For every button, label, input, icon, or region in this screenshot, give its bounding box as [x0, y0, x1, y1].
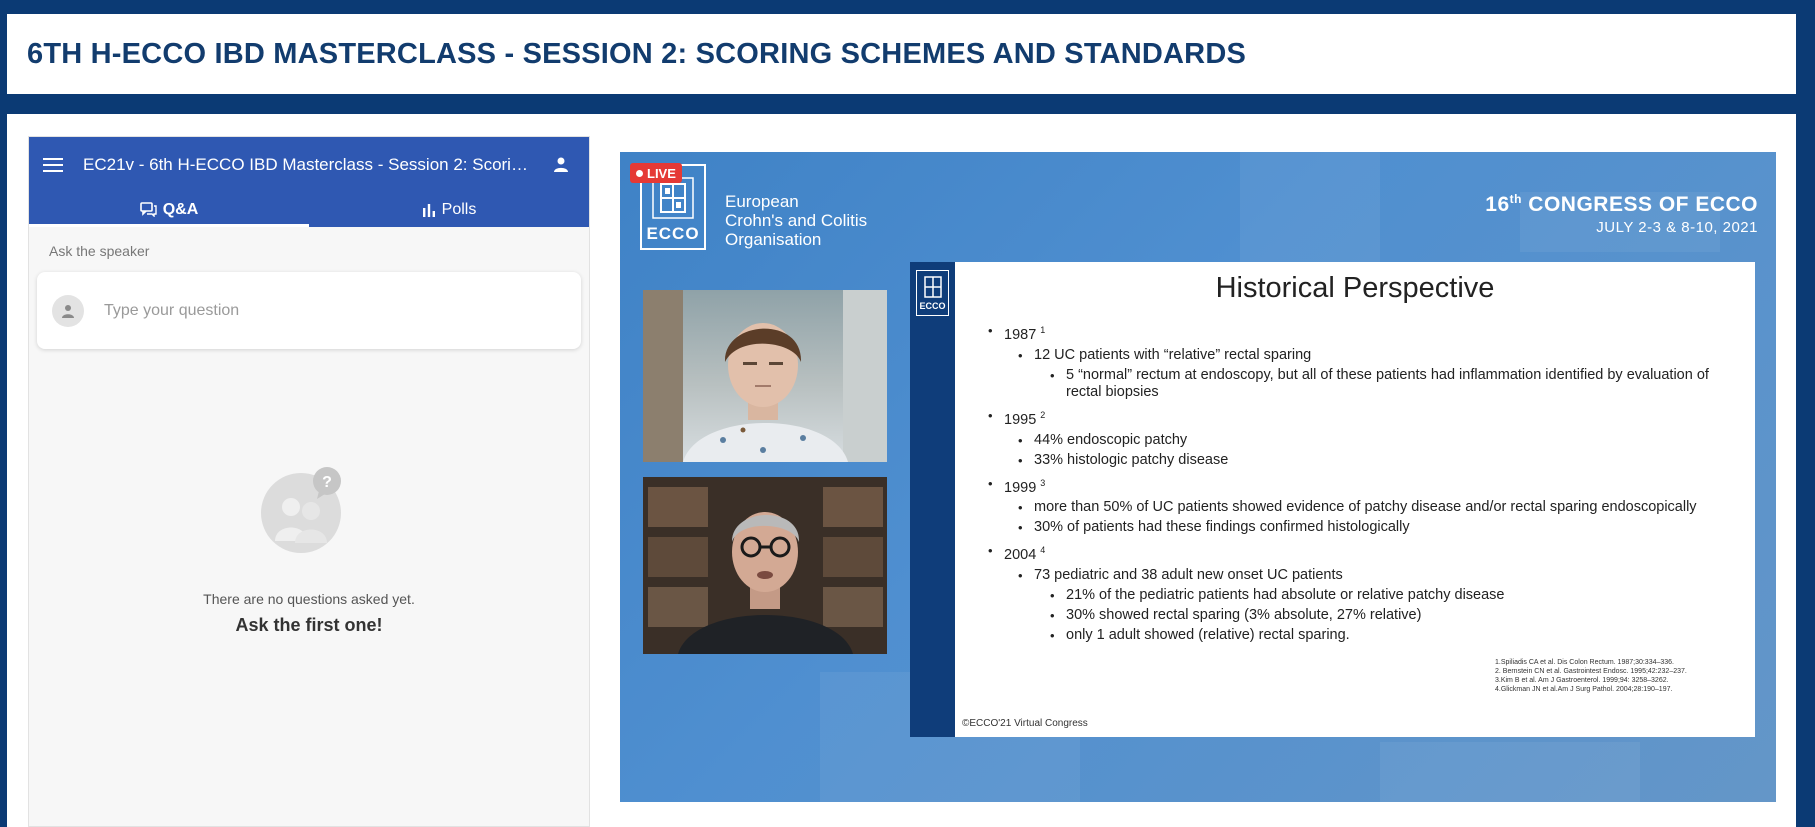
- speaker-camera-2: [643, 477, 887, 654]
- reference-marker: 2: [1040, 409, 1046, 420]
- slide-bullet-text: 44% endoscopic patchy: [1034, 431, 1188, 448]
- slide-bullet-text: only 1 adult showed (relative) rectal sp…: [1066, 627, 1350, 644]
- slide-bullet: 19952: [988, 407, 1733, 429]
- ecco-logo-word: ECCO: [646, 224, 700, 243]
- slide-bullet-text: 73 pediatric and 38 adult new onset UC p…: [1034, 567, 1343, 584]
- congress-dates: JULY 2-3 & 8-10, 2021: [1596, 219, 1758, 236]
- slide-bullet-text: 21% of the pediatric patients had absolu…: [1066, 587, 1505, 604]
- slide-bullet: 33% histologic patchy disease: [988, 452, 1733, 469]
- slide-logo-word: ECCO: [919, 301, 946, 311]
- bar-chart-icon: [422, 203, 435, 217]
- org-line: Organisation: [725, 230, 822, 249]
- bg-shape: [1380, 742, 1640, 802]
- reference-marker: 4: [1040, 545, 1046, 556]
- organisation-name: European Crohn's and Colitis Organisatio…: [725, 192, 867, 249]
- slide-bullet: more than 50% of UC patients showed evid…: [988, 499, 1733, 516]
- slide-bullet: 73 pediatric and 38 adult new onset UC p…: [988, 567, 1733, 584]
- page-header: 6TH H-ECCO IBD MASTERCLASS - SESSION 2: …: [7, 14, 1796, 94]
- panel-topbar: EC21v - 6th H-ECCO IBD Masterclass - Ses…: [29, 137, 589, 192]
- presentation-slide: ECCO Historical Perspective 19871 12 UC p…: [910, 262, 1755, 737]
- panel-tabs: Q&A Polls: [29, 192, 589, 227]
- slide-bullet-text: 1999: [1004, 479, 1037, 496]
- slide-bullet: 19993: [988, 475, 1733, 497]
- org-line: European: [725, 192, 799, 211]
- slide-bullet: 21% of the pediatric patients had absolu…: [988, 587, 1733, 604]
- slide-bullet: 30% showed rectal sparing (3% absolute, …: [988, 607, 1733, 624]
- video-player[interactable]: ECCO LIVE European Crohn's and Colitis O…: [620, 152, 1776, 802]
- slide-title: Historical Perspective: [1215, 272, 1495, 304]
- slide-references: 1.Spiliadis CA et al. Dis Colon Rectum. …: [1495, 658, 1687, 694]
- main-content: EC21v - 6th H-ECCO IBD Masterclass - Ses…: [7, 114, 1796, 827]
- tab-qa-label: Q&A: [162, 200, 199, 218]
- slide-bullet: 5 “normal” rectum at endoscopy, but all …: [988, 367, 1733, 401]
- org-line: Crohn's and Colitis: [725, 211, 868, 230]
- session-title: EC21v - 6th H-ECCO IBD Masterclass - Ses…: [83, 154, 533, 174]
- reference-marker: 1: [1040, 325, 1046, 335]
- slide-bullet: 20044: [988, 542, 1733, 564]
- slide-copyright: ©ECCO'21 Virtual Congress: [962, 718, 1088, 729]
- slide-bullet-text: 33% histologic patchy disease: [1034, 451, 1229, 468]
- slide-bullet: 44% endoscopic patchy: [988, 432, 1733, 449]
- user-icon[interactable]: [553, 156, 569, 172]
- slide-bullets: 19871 12 UC patients with “relative” rect…: [988, 316, 1733, 644]
- reference-line: 4.Glickman JN et al.Am J Surg Pathol. 20…: [1495, 686, 1673, 693]
- person-icon: [62, 304, 74, 318]
- congress-ordinal: 16: [1485, 193, 1510, 216]
- page-title: 6TH H-ECCO IBD MASTERCLASS - SESSION 2: …: [27, 37, 1246, 70]
- ecco-emblem-small-icon: [923, 276, 942, 298]
- congress-title: 16th CONGRESS OF ECCO: [1485, 192, 1758, 217]
- empty-state-text: There are no questions asked yet.: [203, 591, 415, 607]
- slide-bullet: 12 UC patients with “relative” rectal sp…: [988, 347, 1733, 364]
- slide-bullet-text: 1995: [1004, 411, 1037, 428]
- slide-ecco-logo: ECCO: [916, 270, 949, 316]
- slide-bullet-text: 12 UC patients with “relative” rectal sp…: [1034, 346, 1312, 363]
- question-input[interactable]: [102, 300, 546, 321]
- congress-suffix: th: [1509, 192, 1522, 206]
- live-badge: LIVE: [630, 163, 682, 183]
- slide-bullet-text: 2004: [1004, 547, 1037, 564]
- ask-speaker-label: Ask the speaker: [49, 243, 150, 259]
- slide-bullet: 19871: [988, 322, 1733, 344]
- bg-shape: [1240, 152, 1380, 262]
- svg-text:?: ?: [322, 474, 332, 491]
- live-label: LIVE: [647, 165, 676, 181]
- slide-bullet-text: 5 “normal” rectum at endoscopy, but all …: [1066, 366, 1709, 400]
- congress-banner: 16th CONGRESS OF ECCO JULY 2-3 & 8-10, 2…: [1485, 192, 1758, 236]
- tab-polls-label: Polls: [441, 200, 477, 218]
- reference-line: 3.Kim B et al. Am J Gastroenterol. 1999;…: [1495, 677, 1669, 684]
- no-questions-icon: ?: [261, 467, 341, 553]
- congress-name: CONGRESS OF ECCO: [1521, 193, 1758, 216]
- reference-line: 1.Spiliadis CA et al. Dis Colon Rectum. …: [1495, 659, 1674, 666]
- slide-bullet: 30% of patients had these findings confi…: [988, 519, 1733, 536]
- tab-qa[interactable]: Q&A: [29, 192, 309, 227]
- panel-header: EC21v - 6th H-ECCO IBD Masterclass - Ses…: [29, 137, 589, 227]
- live-dot-icon: [636, 169, 643, 177]
- reference-line: 2. Bernstein CN et al. Gastrointest Endo…: [1495, 668, 1687, 675]
- slide-bullet: only 1 adult showed (relative) rectal sp…: [988, 627, 1733, 644]
- avatar: [52, 294, 84, 327]
- question-composer: [37, 272, 581, 349]
- qa-panel: EC21v - 6th H-ECCO IBD Masterclass - Ses…: [28, 136, 590, 827]
- empty-state-cta: Ask the first one!: [235, 615, 383, 635]
- menu-icon[interactable]: [43, 157, 63, 173]
- speaker-2-icon: [643, 477, 887, 654]
- tab-polls[interactable]: Polls: [309, 192, 589, 227]
- reference-marker: 3: [1040, 477, 1046, 488]
- chat-icon: [139, 202, 157, 217]
- slide-bullet-text: more than 50% of UC patients showed evid…: [1034, 499, 1697, 516]
- slide-bullet-text: 30% of patients had these findings confi…: [1034, 519, 1410, 536]
- speaker-1-icon: [643, 290, 887, 462]
- slide-side-strip: ECCO: [910, 262, 955, 737]
- speaker-camera-1: [643, 290, 887, 462]
- slide-bullet-text: 30% showed rectal sparing (3% absolute, …: [1066, 607, 1422, 624]
- slide-bullet-text: 1987: [1004, 326, 1037, 343]
